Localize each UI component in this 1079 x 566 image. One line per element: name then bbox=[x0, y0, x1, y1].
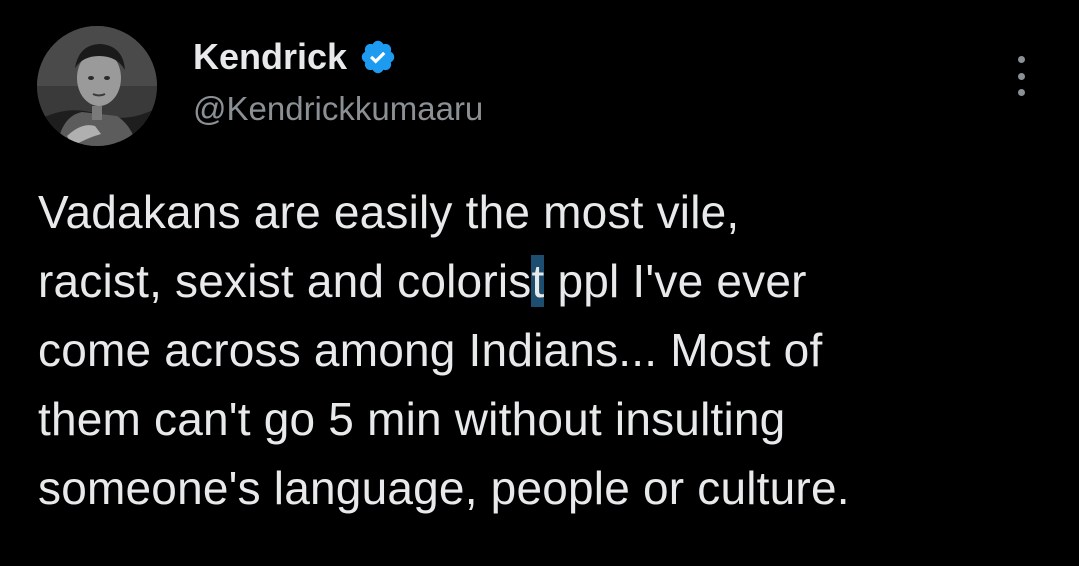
more-dot bbox=[1017, 89, 1025, 96]
author-name-row: Kendrick bbox=[193, 32, 397, 82]
avatar[interactable] bbox=[37, 26, 157, 146]
verified-badge-icon bbox=[361, 40, 395, 74]
tweet-line-segment: ppl I've ever bbox=[544, 255, 807, 307]
display-name[interactable]: Kendrick bbox=[193, 39, 347, 75]
tweet-card: Kendrick @Kendrickkumaaru Vadakans are e… bbox=[0, 0, 1079, 566]
more-dot bbox=[1017, 72, 1025, 80]
profile-photo bbox=[37, 26, 157, 146]
text-selection: t bbox=[531, 255, 545, 307]
tweet-line: them can't go 5 min without insulting bbox=[38, 393, 786, 445]
tweet-line-segment: racist, sexist and coloris bbox=[38, 255, 532, 307]
author-handle[interactable]: @Kendrickkumaaru bbox=[193, 92, 483, 125]
more-options-icon[interactable] bbox=[1008, 56, 1034, 96]
tweet-line: someone's language, people or culture. bbox=[38, 462, 850, 514]
tweet-line: racist, sexist and colorist ppl I've eve… bbox=[38, 247, 1038, 316]
tweet-line: come across among Indians... Most of bbox=[38, 324, 823, 376]
tweet-text[interactable]: Vadakans are easily the most vile, racis… bbox=[38, 178, 1038, 523]
tweet-line: Vadakans are easily the most vile, bbox=[38, 186, 740, 238]
more-dot bbox=[1017, 56, 1025, 63]
